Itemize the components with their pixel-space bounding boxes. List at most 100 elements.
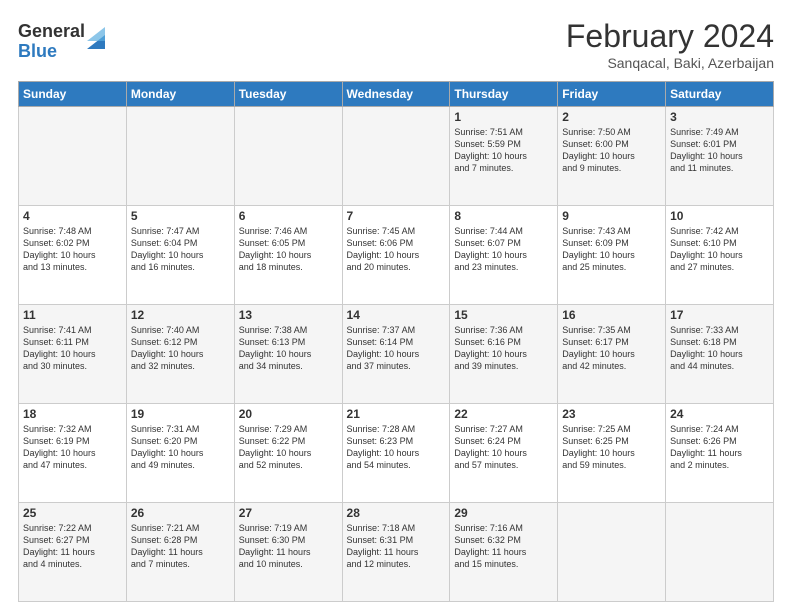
- day-info: Sunrise: 7:43 AM Sunset: 6:09 PM Dayligh…: [562, 225, 661, 274]
- day-info: Sunrise: 7:37 AM Sunset: 6:14 PM Dayligh…: [347, 324, 446, 373]
- day-number: 26: [131, 506, 230, 520]
- day-number: 25: [23, 506, 122, 520]
- calendar-cell-w3-d3: 13 Sunrise: 7:38 AM Sunset: 6:13 PM Dayli…: [234, 305, 342, 404]
- calendar-week-2: 4 Sunrise: 7:48 AM Sunset: 6:02 PM Daylig…: [19, 206, 774, 305]
- page-title: February 2024: [566, 18, 774, 55]
- calendar-cell-w3-d1: 11 Sunrise: 7:41 AM Sunset: 6:11 PM Dayli…: [19, 305, 127, 404]
- day-info: Sunrise: 7:41 AM Sunset: 6:11 PM Dayligh…: [23, 324, 122, 373]
- day-info: Sunrise: 7:32 AM Sunset: 6:19 PM Dayligh…: [23, 423, 122, 472]
- calendar-cell-w4-d4: 21Sunrise: 7:28 AM Sunset: 6:23 PM Dayli…: [342, 404, 450, 503]
- col-sunday: Sunday: [19, 82, 127, 107]
- col-wednesday: Wednesday: [342, 82, 450, 107]
- calendar-cell-w2-d6: 9 Sunrise: 7:43 AM Sunset: 6:09 PM Daylig…: [558, 206, 666, 305]
- calendar-cell-w4-d1: 18 Sunrise: 7:32 AM Sunset: 6:19 PM Dayli…: [19, 404, 127, 503]
- calendar-cell-w4-d7: 24 Sunrise: 7:24 AM Sunset: 6:26 PM Dayli…: [666, 404, 774, 503]
- day-number: 8: [454, 209, 553, 223]
- calendar-cell-w2-d2: 5 Sunrise: 7:47 AM Sunset: 6:04 PM Daylig…: [126, 206, 234, 305]
- calendar-week-1: 1 Sunrise: 7:51 AM Sunset: 5:59 PM Daylig…: [19, 107, 774, 206]
- day-number: 19: [131, 407, 230, 421]
- day-number: 13: [239, 308, 338, 322]
- calendar-cell-w2-d7: 10Sunrise: 7:42 AM Sunset: 6:10 PM Dayli…: [666, 206, 774, 305]
- day-info: Sunrise: 7:36 AM Sunset: 6:16 PM Dayligh…: [454, 324, 553, 373]
- calendar-week-3: 11 Sunrise: 7:41 AM Sunset: 6:11 PM Dayli…: [19, 305, 774, 404]
- day-number: 14: [347, 308, 446, 322]
- day-info: Sunrise: 7:33 AM Sunset: 6:18 PM Dayligh…: [670, 324, 769, 373]
- day-info: Sunrise: 7:16 AM Sunset: 6:32 PM Dayligh…: [454, 522, 553, 571]
- calendar-cell-w3-d5: 15 Sunrise: 7:36 AM Sunset: 6:16 PM Dayli…: [450, 305, 558, 404]
- calendar-cell-w3-d4: 14 Sunrise: 7:37 AM Sunset: 6:14 PM Dayli…: [342, 305, 450, 404]
- day-info: Sunrise: 7:44 AM Sunset: 6:07 PM Dayligh…: [454, 225, 553, 274]
- day-number: 3: [670, 110, 769, 124]
- day-info: Sunrise: 7:19 AM Sunset: 6:30 PM Dayligh…: [239, 522, 338, 571]
- calendar-cell-w5-d6: [558, 503, 666, 602]
- day-info: Sunrise: 7:50 AM Sunset: 6:00 PM Dayligh…: [562, 126, 661, 175]
- calendar-cell-w3-d6: 16Sunrise: 7:35 AM Sunset: 6:17 PM Dayli…: [558, 305, 666, 404]
- day-number: 6: [239, 209, 338, 223]
- logo: General Blue: [18, 22, 105, 62]
- calendar-cell-w5-d7: [666, 503, 774, 602]
- day-info: Sunrise: 7:22 AM Sunset: 6:27 PM Dayligh…: [23, 522, 122, 571]
- day-number: 29: [454, 506, 553, 520]
- logo-general: General: [18, 22, 85, 42]
- day-info: Sunrise: 7:21 AM Sunset: 6:28 PM Dayligh…: [131, 522, 230, 571]
- day-number: 24: [670, 407, 769, 421]
- day-info: Sunrise: 7:38 AM Sunset: 6:13 PM Dayligh…: [239, 324, 338, 373]
- day-info: Sunrise: 7:29 AM Sunset: 6:22 PM Dayligh…: [239, 423, 338, 472]
- day-info: Sunrise: 7:51 AM Sunset: 5:59 PM Dayligh…: [454, 126, 553, 175]
- day-info: Sunrise: 7:24 AM Sunset: 6:26 PM Dayligh…: [670, 423, 769, 472]
- calendar-cell-w5-d5: 29 Sunrise: 7:16 AM Sunset: 6:32 PM Dayli…: [450, 503, 558, 602]
- calendar-cell-w4-d2: 19Sunrise: 7:31 AM Sunset: 6:20 PM Dayli…: [126, 404, 234, 503]
- day-info: Sunrise: 7:25 AM Sunset: 6:25 PM Dayligh…: [562, 423, 661, 472]
- day-info: Sunrise: 7:49 AM Sunset: 6:01 PM Dayligh…: [670, 126, 769, 175]
- calendar-cell-w1-d2: [126, 107, 234, 206]
- calendar-cell-w2-d5: 8 Sunrise: 7:44 AM Sunset: 6:07 PM Daylig…: [450, 206, 558, 305]
- col-tuesday: Tuesday: [234, 82, 342, 107]
- calendar-cell-w5-d1: 25 Sunrise: 7:22 AM Sunset: 6:27 PM Dayli…: [19, 503, 127, 602]
- day-number: 5: [131, 209, 230, 223]
- calendar-cell-w4-d5: 22 Sunrise: 7:27 AM Sunset: 6:24 PM Dayli…: [450, 404, 558, 503]
- calendar-cell-w4-d6: 23 Sunrise: 7:25 AM Sunset: 6:25 PM Dayli…: [558, 404, 666, 503]
- day-number: 15: [454, 308, 553, 322]
- day-info: Sunrise: 7:27 AM Sunset: 6:24 PM Dayligh…: [454, 423, 553, 472]
- day-info: Sunrise: 7:47 AM Sunset: 6:04 PM Dayligh…: [131, 225, 230, 274]
- day-info: Sunrise: 7:18 AM Sunset: 6:31 PM Dayligh…: [347, 522, 446, 571]
- day-number: 11: [23, 308, 122, 322]
- col-friday: Friday: [558, 82, 666, 107]
- day-number: 18: [23, 407, 122, 421]
- day-info: Sunrise: 7:45 AM Sunset: 6:06 PM Dayligh…: [347, 225, 446, 274]
- calendar-header-row: Sunday Monday Tuesday Wednesday Thursday…: [19, 82, 774, 107]
- day-info: Sunrise: 7:35 AM Sunset: 6:17 PM Dayligh…: [562, 324, 661, 373]
- calendar-cell-w2-d1: 4 Sunrise: 7:48 AM Sunset: 6:02 PM Daylig…: [19, 206, 127, 305]
- calendar-cell-w4-d3: 20Sunrise: 7:29 AM Sunset: 6:22 PM Dayli…: [234, 404, 342, 503]
- calendar-cell-w5-d2: 26 Sunrise: 7:21 AM Sunset: 6:28 PM Dayli…: [126, 503, 234, 602]
- calendar-cell-w1-d4: [342, 107, 450, 206]
- day-info: Sunrise: 7:48 AM Sunset: 6:02 PM Dayligh…: [23, 225, 122, 274]
- calendar-table: Sunday Monday Tuesday Wednesday Thursday…: [18, 81, 774, 602]
- day-number: 9: [562, 209, 661, 223]
- calendar-cell-w1-d3: [234, 107, 342, 206]
- day-number: 2: [562, 110, 661, 124]
- day-number: 22: [454, 407, 553, 421]
- calendar-week-4: 18 Sunrise: 7:32 AM Sunset: 6:19 PM Dayli…: [19, 404, 774, 503]
- day-number: 17: [670, 308, 769, 322]
- calendar-cell-w5-d3: 27 Sunrise: 7:19 AM Sunset: 6:30 PM Dayli…: [234, 503, 342, 602]
- day-number: 23: [562, 407, 661, 421]
- calendar-cell-w5-d4: 28 Sunrise: 7:18 AM Sunset: 6:31 PM Dayli…: [342, 503, 450, 602]
- col-thursday: Thursday: [450, 82, 558, 107]
- day-number: 4: [23, 209, 122, 223]
- logo-blue: Blue: [18, 42, 85, 62]
- page-header: General Blue February 2024 Sanqacal, Bak…: [18, 18, 774, 71]
- col-monday: Monday: [126, 82, 234, 107]
- calendar-cell-w1-d7: 3 Sunrise: 7:49 AM Sunset: 6:01 PM Daylig…: [666, 107, 774, 206]
- calendar-cell-w3-d2: 12Sunrise: 7:40 AM Sunset: 6:12 PM Dayli…: [126, 305, 234, 404]
- calendar-cell-w1-d5: 1 Sunrise: 7:51 AM Sunset: 5:59 PM Daylig…: [450, 107, 558, 206]
- calendar-cell-w1-d6: 2 Sunrise: 7:50 AM Sunset: 6:00 PM Daylig…: [558, 107, 666, 206]
- day-number: 1: [454, 110, 553, 124]
- calendar-cell-w1-d1: [19, 107, 127, 206]
- day-number: 27: [239, 506, 338, 520]
- day-number: 7: [347, 209, 446, 223]
- day-number: 28: [347, 506, 446, 520]
- calendar-week-5: 25 Sunrise: 7:22 AM Sunset: 6:27 PM Dayli…: [19, 503, 774, 602]
- title-block: February 2024 Sanqacal, Baki, Azerbaijan: [566, 18, 774, 71]
- day-number: 10: [670, 209, 769, 223]
